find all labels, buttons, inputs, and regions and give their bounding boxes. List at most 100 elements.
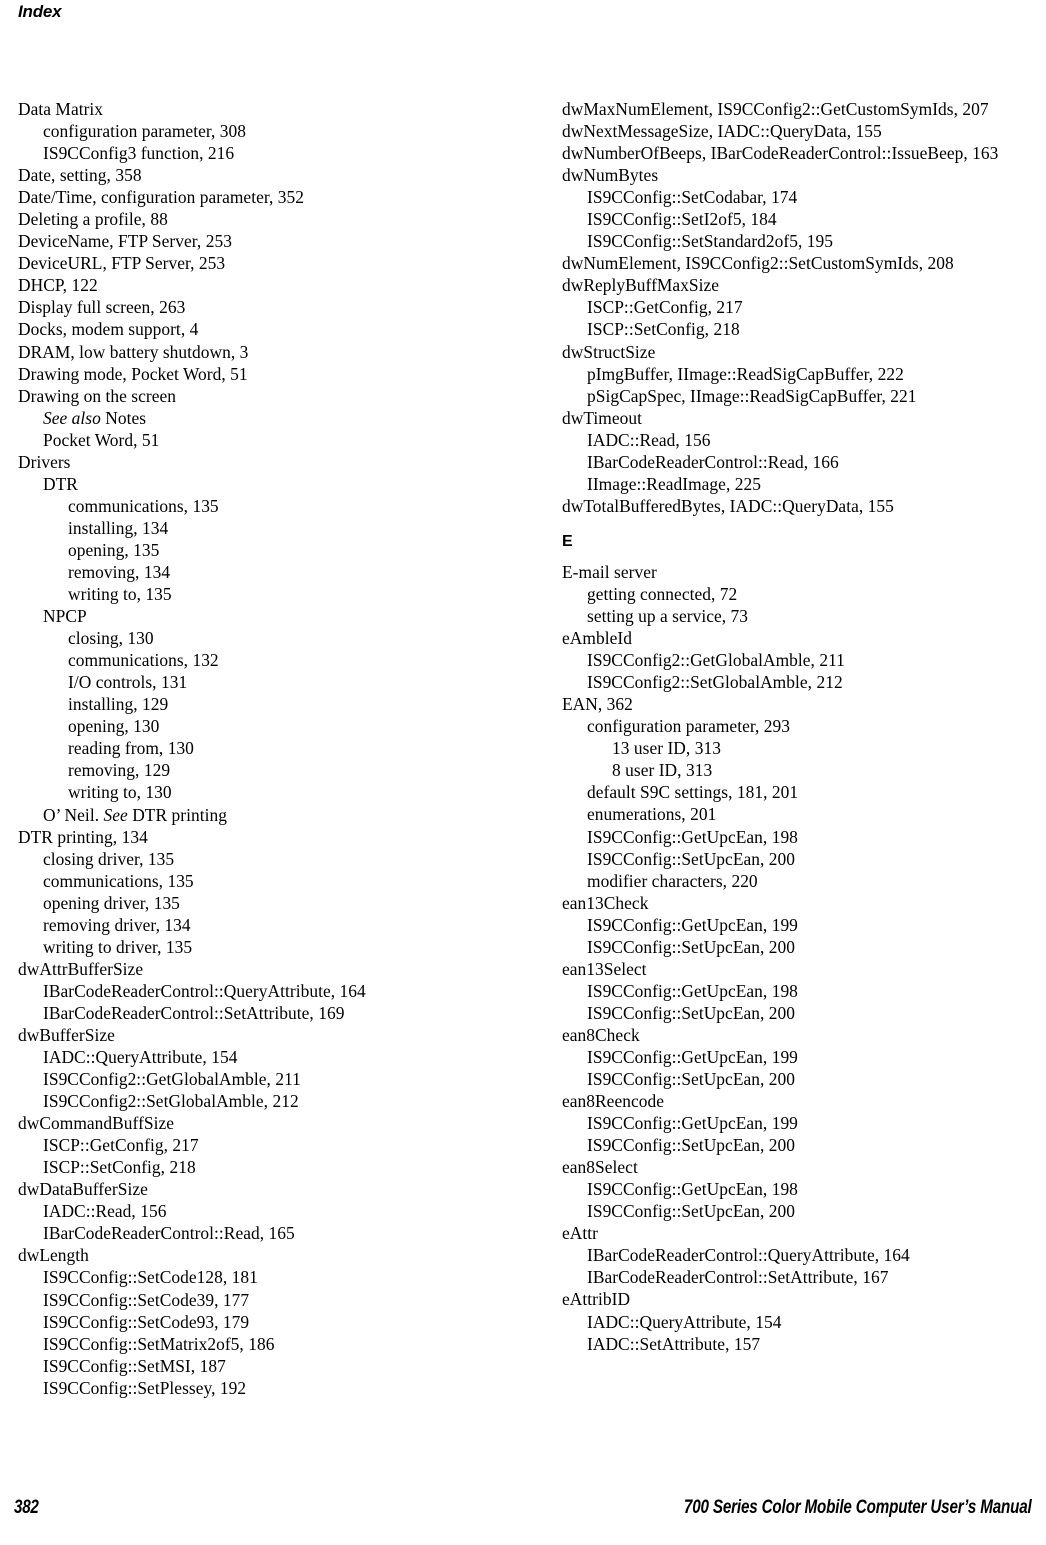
index-entry: NPCP	[43, 606, 87, 627]
index-entry: IS9CConfig::GetUpcEan, 199	[587, 1046, 798, 1067]
index-entry: IADC::Read, 156	[587, 429, 711, 450]
index-entry: removing, 129	[68, 760, 171, 781]
index-entry: modifier characters, 220	[587, 870, 758, 891]
index-entry: installing, 129	[68, 694, 169, 715]
index-entry: dwCommandBuffSize	[18, 1113, 175, 1134]
index-page: Index Data Matrix configuration parameter…	[0, 0, 1046, 1545]
index-entry: Drawing on the screen	[18, 385, 176, 406]
index-entry: writing to, 130	[68, 782, 172, 803]
index-entry: Pocket Word, 51	[43, 429, 160, 450]
index-entry: IADC::Read, 156	[43, 1201, 167, 1222]
index-entry: dwTotalBufferedBytes, IADC::QueryData, 1…	[562, 495, 894, 516]
index-entry: O’ Neil. See DTR printing	[43, 804, 227, 825]
index-entry: configuration parameter, 308	[43, 121, 247, 142]
index-entry: IBarCodeReaderControl::Read, 165	[43, 1223, 295, 1244]
index-entry: IBarCodeReaderControl::Read, 166	[587, 451, 839, 472]
index-entry: ISCP::SetConfig, 218	[587, 319, 740, 340]
index-entry: IS9CConfig::SetUpcEan, 200	[587, 936, 796, 957]
index-entry: IS9CConfig::SetStandard2of5, 195	[587, 231, 834, 252]
index-entry: writing to, 135	[68, 584, 172, 605]
index-entry: Data Matrix	[18, 99, 104, 119]
index-column-right: dwMaxNumElement, IS9CConfig2::GetCustomS…	[562, 98, 1032, 1355]
index-entry: Date/Time, configuration parameter, 352	[18, 187, 305, 208]
index-entry: Docks, modem support, 4	[18, 319, 199, 340]
index-entry: IS9CConfig2::GetGlobalAmble, 211	[587, 650, 845, 671]
index-entry: dwMaxNumElement, IS9CConfig2::GetCustomS…	[562, 99, 989, 119]
index-entry: writing to driver, 135	[43, 936, 193, 957]
index-entry: opening, 130	[68, 716, 160, 737]
index-entry: IS9CConfig::GetUpcEan, 198	[587, 1179, 798, 1200]
index-entry: default S9C settings, 181, 201	[587, 782, 799, 803]
index-entry: dwNumBytes	[562, 165, 659, 186]
index-entry: ean13Select	[562, 958, 647, 979]
index-entry: IS9CConfig::SetI2of5, 184	[587, 209, 777, 230]
index-entry: setting up a service, 73	[587, 606, 749, 627]
index-entry: IS9CConfig::SetUpcEan, 200	[587, 1069, 796, 1090]
index-entry: I/O controls, 131	[68, 672, 188, 693]
index-entry: dwAttrBufferSize	[18, 958, 144, 979]
index-entry: IS9CConfig::SetMSI, 187	[43, 1355, 226, 1376]
index-entry: DeviceURL, FTP Server, 253	[18, 253, 226, 274]
index-entry: dwNextMessageSize, IADC::QueryData, 155	[562, 121, 882, 142]
index-entry: IS9CConfig::GetUpcEan, 199	[587, 1113, 798, 1134]
index-entry: E-mail server	[562, 561, 657, 582]
index-entry: dwReplyBuffMaxSize	[562, 275, 720, 296]
index-entry: closing, 130	[68, 628, 154, 649]
index-entry: dwNumElement, IS9CConfig2::SetCustomSymI…	[562, 253, 954, 274]
index-entry: dwDataBufferSize	[18, 1179, 148, 1200]
index-entry: ean8Reencode	[562, 1091, 664, 1112]
index-entry: IS9CConfig::GetUpcEan, 199	[587, 914, 798, 935]
page-number: 382	[14, 1497, 39, 1518]
index-entry: closing driver, 135	[43, 848, 175, 869]
index-entry: ean8Check	[562, 1024, 640, 1045]
index-entry: ISCP::GetConfig, 217	[43, 1135, 199, 1156]
index-entry: getting connected, 72	[587, 583, 738, 604]
index-entry: eAttr	[562, 1223, 598, 1244]
index-entry: removing driver, 134	[43, 914, 191, 935]
index-entry: 8 user ID, 313	[612, 760, 713, 781]
index-entry: IS9CConfig::SetMatrix2of5, 186	[43, 1333, 275, 1354]
index-entry: ean8Select	[562, 1157, 638, 1178]
index-entry: IS9CConfig::GetUpcEan, 198	[587, 826, 798, 847]
index-entry: opening, 135	[68, 539, 160, 560]
index-entry: dwLength	[18, 1245, 89, 1266]
cross-reference-see-also: See also	[43, 407, 101, 428]
index-entry: reading from, 130	[68, 738, 194, 759]
index-entry: dwTimeout	[562, 407, 643, 428]
index-entry: dwStructSize	[562, 341, 656, 362]
index-entry: DHCP, 122	[18, 275, 98, 296]
index-entry: See also Notes	[43, 407, 147, 428]
index-entry: DTR	[43, 473, 78, 494]
manual-title: 700 Series Color Mobile Computer User’s …	[684, 1497, 1032, 1518]
index-entry: ISCP::SetConfig, 218	[43, 1157, 196, 1178]
page-footer: 382 700 Series Color Mobile Computer Use…	[0, 1497, 1046, 1529]
index-entry: IS9CConfig2::GetGlobalAmble, 211	[43, 1069, 301, 1090]
index-entry: configuration parameter, 293	[587, 716, 791, 737]
index-entry: removing, 134	[68, 561, 171, 582]
index-entry: communications, 135	[43, 870, 194, 891]
index-entry: IS9CConfig2::SetGlobalAmble, 212	[43, 1091, 299, 1112]
index-entry: enumerations, 201	[587, 804, 717, 825]
index-entry: IS9CConfig::SetUpcEan, 200	[587, 848, 796, 869]
index-entry: IADC::SetAttribute, 157	[587, 1333, 761, 1354]
index-section-heading: E	[562, 532, 573, 550]
index-entry: IS9CConfig::SetPlessey, 192	[43, 1377, 247, 1398]
index-entry: IBarCodeReaderControl::QueryAttribute, 1…	[43, 980, 366, 1001]
index-entry: IADC::QueryAttribute, 154	[587, 1311, 782, 1332]
index-entry: IS9CConfig::SetCodabar, 174	[587, 187, 798, 208]
index-entry: pSigCapSpec, IImage::ReadSigCapBuffer, 2…	[587, 385, 917, 406]
index-column-left: Data Matrix configuration parameter, 308 I…	[18, 98, 518, 1399]
index-entry: dwNumberOfBeeps, IBarCodeReaderControl::…	[562, 143, 999, 164]
index-entry: DRAM, low battery shutdown, 3	[18, 341, 249, 362]
index-entry: communications, 135	[68, 495, 219, 516]
index-entry: 13 user ID, 313	[612, 738, 721, 759]
index-entry: communications, 132	[68, 650, 219, 671]
index-entry: IS9CConfig::SetUpcEan, 200	[587, 1002, 796, 1023]
index-entry: Deleting a profile, 88	[18, 209, 168, 230]
index-entry: IS9CConfig::SetUpcEan, 200	[587, 1135, 796, 1156]
index-entry: Display full screen, 263	[18, 297, 186, 318]
index-entry: eAttribID	[562, 1289, 631, 1310]
index-entry: ean13Check	[562, 892, 649, 913]
index-entry: IS9CConfig::GetUpcEan, 198	[587, 980, 798, 1001]
index-entry: IS9CConfig3 function, 216	[43, 143, 235, 164]
